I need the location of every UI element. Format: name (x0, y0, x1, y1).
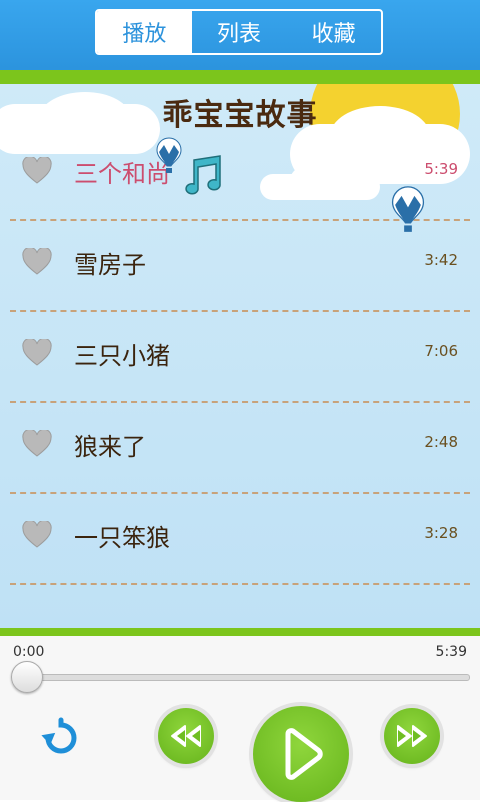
story-list-panel: 乖宝宝故事 三个和尚 5:39 雪房子 3:42 三只小猪 7:06 狼来了 2:48 一只笨狼… (0, 84, 480, 628)
tab-list[interactable]: 列表 (192, 11, 287, 53)
page-title: 乖宝宝故事 (162, 98, 318, 133)
player-bar: 0:00 5:39 (0, 636, 480, 802)
top-bar: 播放 列表 收藏 (0, 0, 480, 72)
story-title: 一只笨狼 (74, 524, 170, 552)
header-grass-border (0, 70, 480, 90)
favorite-heart-icon[interactable] (22, 246, 52, 278)
favorite-heart-icon[interactable] (22, 337, 52, 369)
repeat-icon (41, 717, 77, 754)
fast-forward-icon (397, 725, 427, 747)
music-note-icon (185, 155, 221, 195)
current-time: 0:00 (13, 644, 45, 660)
tab-group: 播放 列表 收藏 (95, 9, 383, 55)
story-duration: 3:42 (424, 251, 458, 269)
row-divider (10, 583, 470, 585)
play-button[interactable] (253, 706, 349, 802)
favorite-heart-icon[interactable] (22, 155, 52, 187)
story-title: 狼来了 (74, 433, 146, 461)
total-time: 5:39 (435, 644, 467, 660)
play-icon (285, 728, 323, 780)
story-duration: 7:06 (424, 342, 458, 360)
story-item[interactable]: 狼来了 2:48 (0, 403, 480, 494)
story-duration: 3:28 (424, 524, 458, 542)
story-item[interactable]: 一只笨狼 3:28 (0, 494, 480, 585)
story-title: 雪房子 (74, 251, 146, 279)
story-title: 三只小猪 (74, 342, 170, 370)
player-grass-border (0, 628, 480, 636)
story-duration: 2:48 (424, 433, 458, 451)
favorite-heart-icon[interactable] (22, 428, 52, 460)
progress-slider-knob[interactable] (11, 661, 43, 693)
favorite-heart-icon[interactable] (22, 519, 52, 551)
tab-play[interactable]: 播放 (97, 11, 192, 53)
repeat-button[interactable] (40, 716, 84, 760)
story-item[interactable]: 三只小猪 7:06 (0, 312, 480, 403)
fast-forward-button[interactable] (384, 708, 440, 764)
story-duration: 5:39 (424, 160, 458, 178)
hot-air-balloon-icon (156, 137, 182, 173)
hot-air-balloon-icon (391, 186, 425, 232)
tab-favorites[interactable]: 收藏 (286, 11, 381, 53)
rewind-icon (171, 725, 201, 747)
progress-track[interactable] (28, 674, 470, 681)
rewind-button[interactable] (158, 708, 214, 764)
